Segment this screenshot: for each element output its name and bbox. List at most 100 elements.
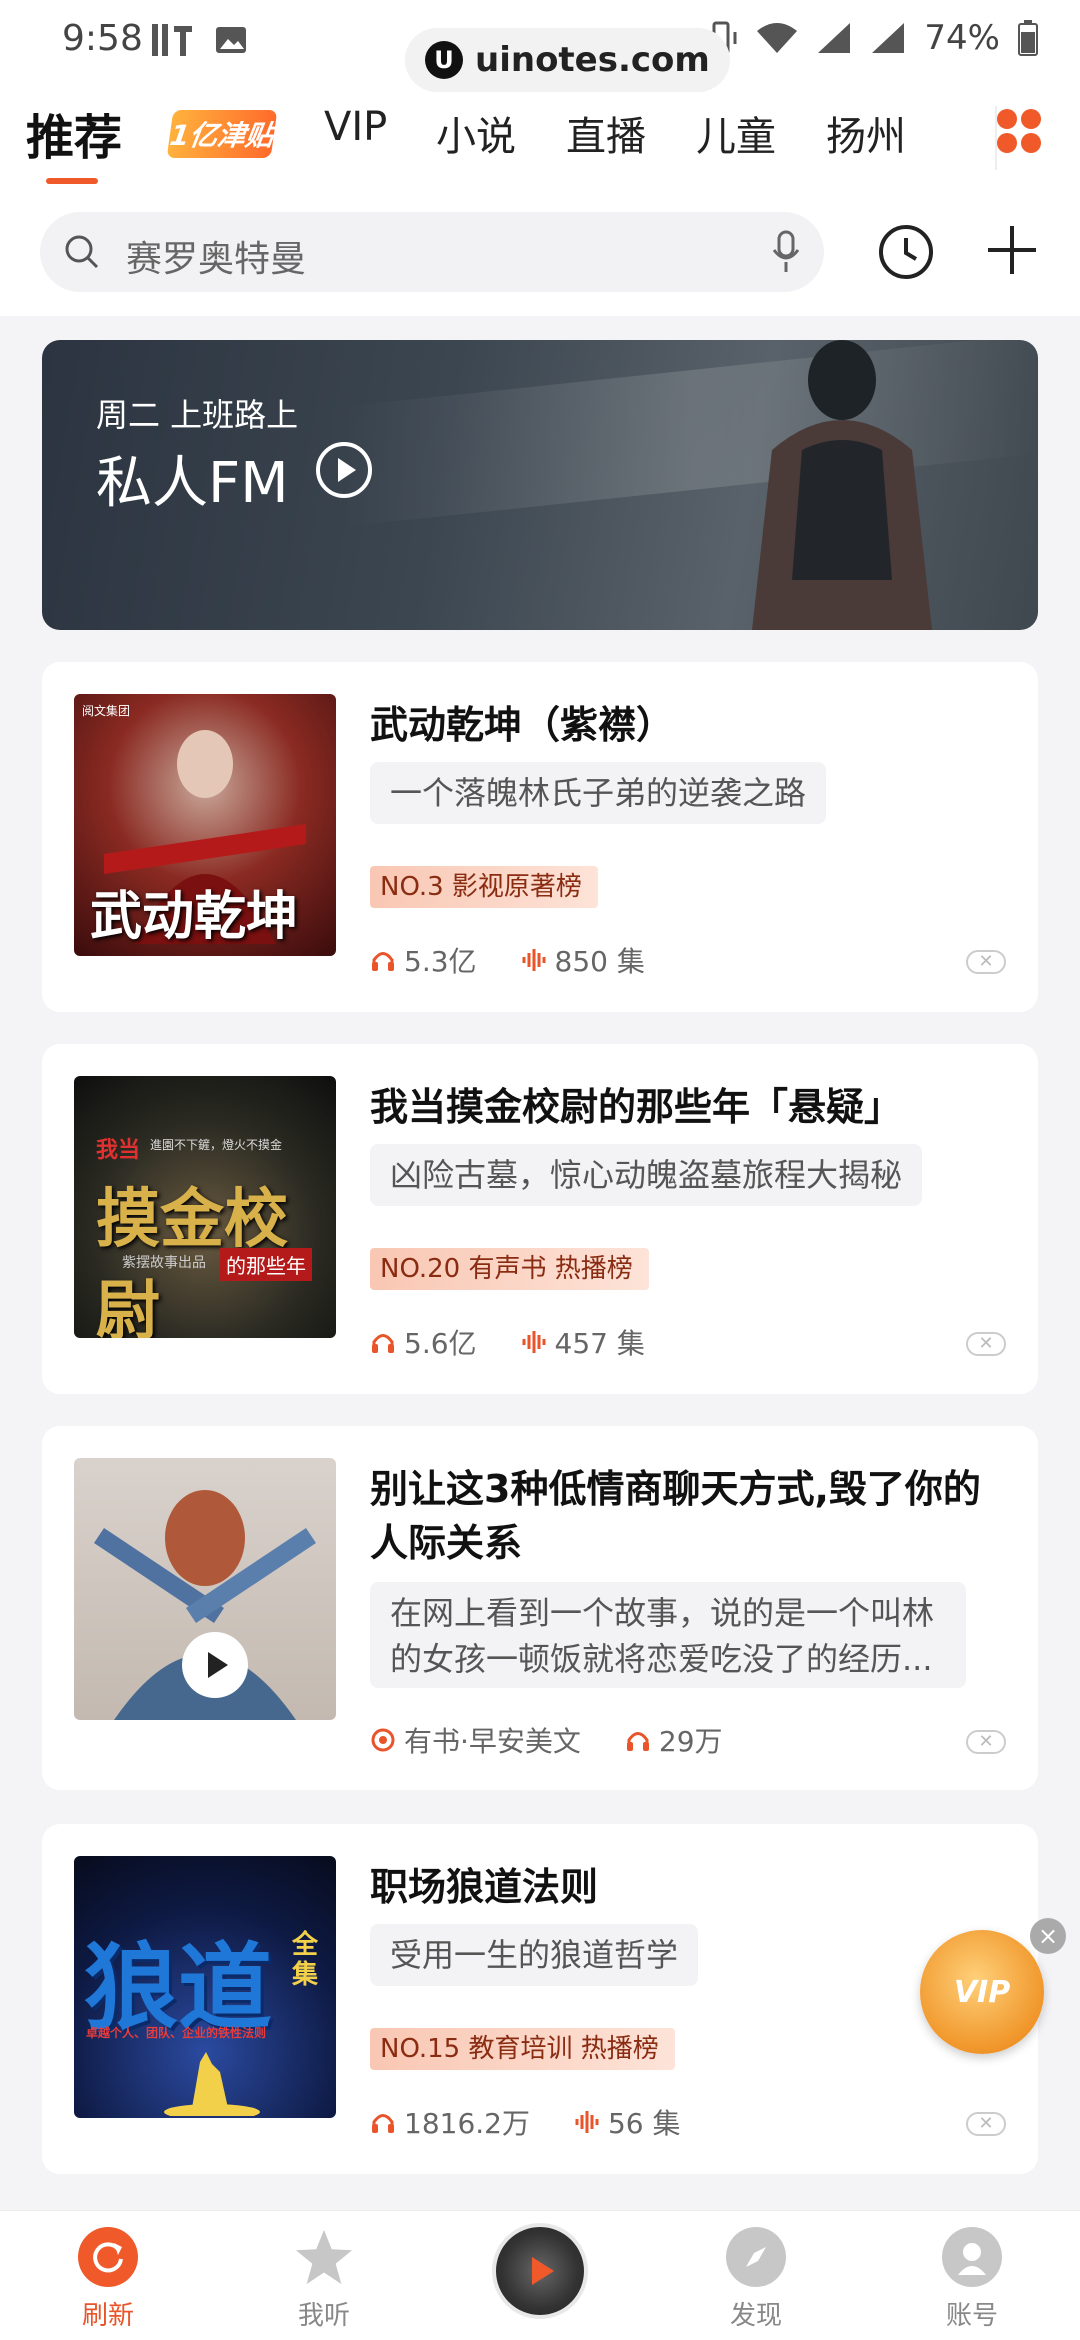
content-card[interactable]: 阅文集团 武动乾坤 武动乾坤（紫襟） 一个落魄林氏子弟的逆袭之路 NO.3 影视…	[42, 662, 1038, 1012]
dismiss-button[interactable]: ✕	[966, 1730, 1006, 1754]
category-tab-bar: 推荐 1亿津贴 VIP 小说 直播 儿童 扬州	[0, 82, 1080, 192]
audio-wave-icon	[575, 2111, 599, 2133]
fm-banner-title: 私人FM	[96, 451, 289, 516]
tab-vip[interactable]: VIP	[324, 104, 387, 150]
watermark-logo-icon: U	[425, 41, 463, 79]
content-card[interactable]: 我当 進園不下鏟，燈火不摸金 摸金校尉 紫摆故事出品 的那些年 我当摸金校尉的那…	[42, 1044, 1038, 1394]
search-icon	[65, 235, 99, 269]
card-stats: 有书·早安美文 29万	[370, 1720, 723, 1760]
watermark-text: uinotes.com	[475, 40, 710, 80]
compass-icon	[726, 2227, 786, 2287]
fm-banner-subtitle: 周二 上班路上	[96, 396, 299, 434]
album-cover[interactable]: 我当 進園不下鏟，燈火不摸金 摸金校尉 紫摆故事出品 的那些年	[74, 1076, 336, 1338]
private-fm-banner[interactable]: 周二 上班路上 私人FM	[42, 340, 1038, 630]
nav-refresh-label: 刷新	[81, 2301, 134, 2331]
card-description: 一个落魄林氏子弟的逆袭之路	[370, 762, 827, 824]
star-icon	[294, 2227, 354, 2287]
history-clock-icon[interactable]	[876, 222, 936, 282]
watermark-badge: U uinotes.com	[405, 28, 730, 92]
card-stats: 1816.2万 56 集	[370, 2102, 681, 2142]
card-title[interactable]: 我当摸金校尉的那些年「悬疑」	[370, 1080, 990, 1134]
content-card[interactable]: 狼道 全集 卓越个人、团队、企业的铁性法则 职场狼道法则 受用一生的狼道哲学 N…	[42, 1824, 1038, 2174]
content-card[interactable]: 别让这3种低情商聊天方式,毁了你的人际关系 在网上看到一个故事，说的是一个叫林的…	[42, 1426, 1038, 1790]
cover-sub-text: 的那些年	[220, 1248, 312, 1281]
card-description: 受用一生的狼道哲学	[370, 1924, 699, 1986]
card-description: 在网上看到一个故事，说的是一个叫林的女孩一顿饭就将恋爱吃没了的经历...	[370, 1582, 966, 1688]
cover-badge: 全集	[292, 1930, 319, 1990]
fm-play-icon[interactable]	[314, 440, 374, 500]
active-tab-indicator	[46, 178, 98, 184]
play-icon[interactable]	[180, 1630, 250, 1700]
tab-live[interactable]: 直播	[566, 104, 646, 162]
bottom-navigation: 刷新 我听 发现 账号	[0, 2210, 1080, 2340]
search-input[interactable]: 赛罗奥特曼	[40, 212, 824, 292]
nav-refresh[interactable]: 刷新	[48, 2227, 168, 2332]
card-title[interactable]: 武动乾坤（紫襟）	[370, 698, 990, 752]
status-time: 9:58	[62, 18, 143, 59]
nav-discover[interactable]: 发现	[696, 2227, 816, 2332]
signal-icon-2	[872, 23, 905, 53]
cover-caption: 卓越个人、团队、企业的铁性法则	[86, 2026, 267, 2040]
cover-publisher: 紫摆故事出品	[122, 1255, 206, 1271]
status-system-icons: 74%	[704, 18, 1038, 58]
dismiss-button[interactable]: ✕	[966, 950, 1006, 974]
vip-floating-badge[interactable]: VIP	[920, 1930, 1044, 2054]
card-stats: 5.6亿 457 集	[370, 1322, 645, 1362]
account-icon	[942, 2227, 1002, 2287]
episode-count: 56 集	[607, 2107, 681, 2140]
now-playing-play-icon	[532, 2257, 554, 2285]
card-description: 凶险古墓，惊心动魄盗墓旅程大揭秘	[370, 1144, 923, 1206]
refresh-icon	[78, 2227, 138, 2287]
tab-subsidy-promo[interactable]: 1亿津贴	[166, 110, 278, 158]
episode-count: 850 集	[554, 945, 645, 978]
vip-close-button[interactable]: ×	[1030, 1918, 1066, 1954]
rank-badge[interactable]: NO.3 影视原著榜	[370, 866, 598, 908]
add-plus-icon[interactable]	[984, 222, 1040, 278]
wifi-icon	[757, 23, 798, 53]
microphone-icon[interactable]	[770, 230, 802, 274]
headphones-icon	[372, 952, 394, 971]
battery-icon	[1018, 20, 1038, 56]
cover-small-text: 進園不下鏟，燈火不摸金	[150, 1138, 283, 1152]
headphones-icon	[372, 2114, 394, 2133]
album-cover[interactable]: 狼道 全集 卓越个人、团队、企业的铁性法则	[74, 1856, 336, 2118]
headphones-icon	[626, 1732, 649, 1751]
battery-level: 74%	[924, 18, 1000, 58]
rank-badge[interactable]: NO.15 教育培训 热播榜	[370, 2028, 675, 2070]
album-cover[interactable]	[74, 1458, 336, 1720]
cover-title-text: 武动乾坤	[90, 886, 299, 947]
card-title[interactable]: 职场狼道法则	[370, 1860, 990, 1914]
nav-account[interactable]: 账号	[912, 2227, 1032, 2332]
tab-children[interactable]: 儿童	[696, 104, 776, 162]
album-cover[interactable]: 阅文集团 武动乾坤	[74, 694, 336, 956]
nav-my-listening-label: 我听	[297, 2301, 350, 2331]
nav-my-listening[interactable]: 我听	[264, 2227, 384, 2332]
nav-discover-label: 发现	[729, 2301, 782, 2331]
category-grid-icon[interactable]	[994, 106, 1044, 156]
audio-wave-icon	[522, 949, 546, 971]
image-notification-icon	[216, 27, 246, 53]
episode-count: 457 集	[554, 1327, 645, 1360]
card-title[interactable]: 别让这3种低情商聊天方式,毁了你的人际关系	[370, 1462, 990, 1570]
status-notification-icons	[150, 20, 248, 60]
dismiss-button[interactable]: ✕	[966, 1332, 1006, 1356]
app-notification-icon	[152, 24, 192, 56]
banner-person-image	[752, 340, 932, 630]
nav-account-label: 账号	[945, 2301, 998, 2331]
tab-yangzhou[interactable]: 扬州	[826, 104, 906, 162]
search-placeholder: 赛罗奥特曼	[126, 239, 307, 280]
now-playing-button[interactable]	[492, 2223, 588, 2319]
tab-novel[interactable]: 小说	[436, 104, 516, 162]
dismiss-button[interactable]: ✕	[966, 2112, 1006, 2136]
cover-top-text: 我当	[96, 1138, 141, 1163]
play-count: 5.3亿	[404, 945, 477, 978]
rank-badge[interactable]: NO.20 有声书 热播榜	[370, 1248, 649, 1290]
wolf-silhouette-image	[164, 2052, 260, 2116]
signal-icon	[818, 23, 851, 53]
search-row: 赛罗奥特曼	[0, 192, 1080, 316]
tab-recommend[interactable]: 推荐	[26, 98, 122, 168]
play-count: 29万	[658, 1725, 723, 1758]
author-name[interactable]: 有书·早安美文	[404, 1720, 581, 1760]
play-count: 5.6亿	[404, 1327, 477, 1360]
card-stats: 5.3亿 850 集	[370, 940, 645, 980]
